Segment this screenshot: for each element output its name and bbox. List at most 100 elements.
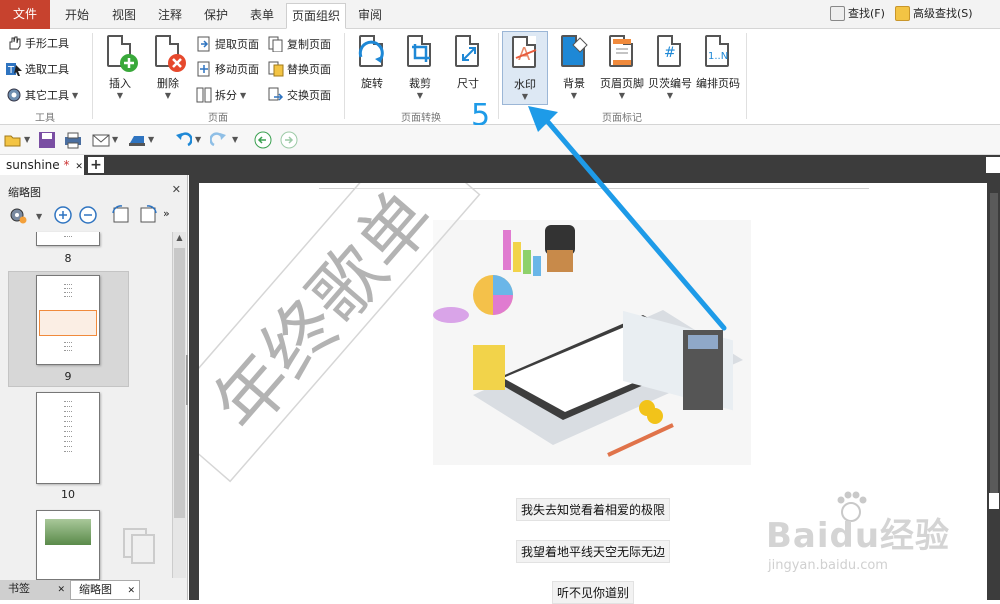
viewer-scrollbar[interactable] xyxy=(988,183,1000,600)
svg-text:#: # xyxy=(664,45,676,61)
bates-number-button[interactable]: # 贝茨编号 ▼ xyxy=(646,33,694,100)
background-icon xyxy=(557,33,591,73)
other-tools-button[interactable]: 其它工具 ▼ xyxy=(6,85,78,105)
tab-protect[interactable]: 保护 xyxy=(193,3,239,29)
chevron-down-icon[interactable]: ▼ xyxy=(232,135,238,144)
tab-comment[interactable]: 注释 xyxy=(147,3,193,29)
select-tool-button[interactable]: T 选取工具 xyxy=(6,59,69,79)
header-footer-button[interactable]: 页眉页脚 ▼ xyxy=(598,33,646,100)
chevron-down-icon[interactable]: ▼ xyxy=(24,135,30,144)
panel-scrollbar[interactable]: ▲ xyxy=(172,232,186,578)
crop-label: 裁剪 xyxy=(409,77,431,90)
thumbnail-page-10[interactable] xyxy=(36,392,100,484)
close-icon[interactable]: ✕ xyxy=(128,586,136,596)
chevron-down-icon: ▼ xyxy=(618,91,626,100)
close-icon[interactable]: ✕ xyxy=(58,585,66,595)
text-line-2: 我望着地平线天空无际无边 xyxy=(515,540,670,563)
scan-icon[interactable] xyxy=(128,131,146,149)
page-numbers-button[interactable]: 1..N 编排页码 xyxy=(694,33,742,91)
thumbnail-photo xyxy=(45,519,91,545)
move-page-label: 移动页面 xyxy=(215,63,259,76)
tab-thumbnails[interactable]: 缩略图 ✕ xyxy=(70,580,140,600)
save-icon[interactable] xyxy=(38,131,56,149)
document-tab-strip: sunshine * ✕ + xyxy=(0,155,1000,175)
open-folder-icon[interactable] xyxy=(4,131,22,149)
redo-icon[interactable] xyxy=(210,131,228,149)
hand-tool-button[interactable]: 手形工具 xyxy=(6,33,69,53)
back-icon[interactable] xyxy=(254,131,272,149)
tab-scroll-button[interactable] xyxy=(986,157,1000,173)
menu-tab-bar: 文件 开始 视图 注释 保护 表单 页面组织 审阅 查找(F) 高级查找(S) xyxy=(0,0,1000,29)
tab-view[interactable]: 视图 xyxy=(101,3,147,29)
move-page-button[interactable]: 移动页面 xyxy=(196,59,259,79)
advanced-find-button[interactable]: 高级查找(S) xyxy=(895,5,973,21)
thumbnail-page-11[interactable] xyxy=(36,510,100,580)
chevron-down-icon[interactable]: ▼ xyxy=(36,212,42,221)
thumbnail-panel: 缩略图 ✕ ▼ » 8 9 10 ▲ xyxy=(0,175,188,600)
close-icon[interactable]: ✕ xyxy=(172,183,181,196)
divider xyxy=(498,33,499,119)
chevron-down-icon[interactable]: ▼ xyxy=(148,135,154,144)
thumbnail-image-block xyxy=(39,310,97,336)
split-icon xyxy=(196,87,212,103)
insert-page-button[interactable]: 插入 ▼ xyxy=(98,33,142,100)
group-label-marks: 页面标记 xyxy=(602,113,642,124)
gear-icon[interactable] xyxy=(8,206,28,224)
tab-file[interactable]: 文件 xyxy=(0,0,50,29)
copy-page-button[interactable]: 复制页面 xyxy=(268,34,331,54)
chevron-down-icon[interactable]: ▼ xyxy=(195,135,201,144)
email-icon[interactable] xyxy=(92,131,110,149)
tab-home[interactable]: 开始 xyxy=(54,3,100,29)
folder-search-icon xyxy=(895,5,910,21)
close-icon[interactable]: ✕ xyxy=(75,162,83,172)
zoom-in-icon[interactable] xyxy=(54,206,72,224)
zoom-out-icon[interactable] xyxy=(79,206,97,224)
tab-page-organize[interactable]: 页面组织 xyxy=(286,3,346,29)
delete-page-button[interactable]: 删除 ▼ xyxy=(146,33,190,100)
scrollbar-track xyxy=(990,193,998,493)
split-button[interactable]: 拆分 ▼ xyxy=(196,85,246,105)
rotate-right-icon[interactable] xyxy=(137,205,159,225)
scrollbar-thumb[interactable] xyxy=(989,493,999,509)
scrollbar-thumb[interactable] xyxy=(174,248,185,518)
chevron-down-icon: ▼ xyxy=(521,92,529,101)
print-icon[interactable] xyxy=(64,131,82,149)
brand-url: jingyan.baidu.com xyxy=(768,558,888,573)
crop-button[interactable]: 裁剪 ▼ xyxy=(398,33,442,100)
svg-text:T: T xyxy=(7,65,15,76)
tab-form[interactable]: 表单 xyxy=(239,3,285,29)
group-label-pages: 页面 xyxy=(208,113,228,124)
more-icon[interactable]: » xyxy=(163,207,170,220)
divider xyxy=(92,33,93,119)
tab-bookmarks[interactable]: 书签 ✕ xyxy=(0,580,70,600)
copy-page-label: 复制页面 xyxy=(287,38,331,51)
thumbnail-page-8[interactable] xyxy=(36,232,100,246)
bates-number-label: 贝茨编号 xyxy=(648,77,692,90)
panel-resize-handle[interactable] xyxy=(186,355,188,405)
undo-icon[interactable] xyxy=(174,131,192,149)
rotate-button[interactable]: 旋转 xyxy=(350,33,394,91)
forward-icon[interactable] xyxy=(280,131,298,149)
swap-page-button[interactable]: 交换页面 xyxy=(268,85,331,105)
chevron-down-icon[interactable]: ▼ xyxy=(112,135,118,144)
tab-review[interactable]: 审阅 xyxy=(347,3,393,29)
background-button[interactable]: 背景 ▼ xyxy=(552,33,596,100)
group-label-tools: 工具 xyxy=(35,113,55,124)
rotate-left-icon[interactable] xyxy=(110,205,132,225)
replace-page-button[interactable]: 替换页面 xyxy=(268,59,331,79)
bates-number-icon: # xyxy=(653,33,687,73)
thumbnail-page-9[interactable] xyxy=(36,275,100,365)
document-tab[interactable]: sunshine * ✕ xyxy=(0,155,84,175)
insert-page-icon xyxy=(103,33,138,73)
new-tab-icon[interactable]: + xyxy=(88,157,104,173)
copy-page-icon xyxy=(268,36,284,53)
page-size-button[interactable]: 尺寸 xyxy=(446,33,490,91)
find-button[interactable]: 查找(F) xyxy=(830,5,885,21)
watermark-button[interactable]: A 水印 ▼ xyxy=(502,31,548,105)
divider xyxy=(746,33,747,119)
modified-marker: * xyxy=(63,158,70,172)
extract-page-button[interactable]: 提取页面 xyxy=(196,34,259,54)
pages-icon xyxy=(123,528,155,564)
header-footer-icon xyxy=(605,33,639,73)
split-label: 拆分 xyxy=(215,89,237,102)
